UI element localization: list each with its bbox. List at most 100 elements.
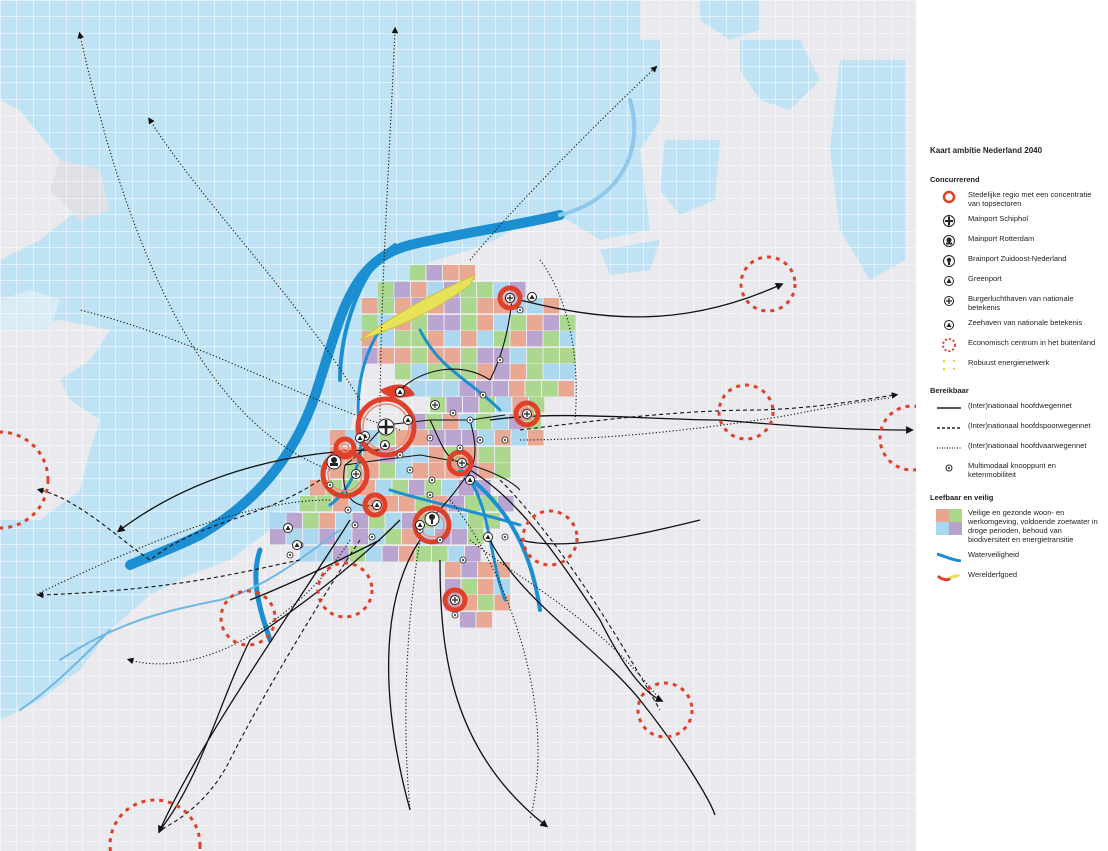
map-canvas	[0, 0, 916, 851]
legend-item: Stedelijke regio met een concentratie va…	[930, 190, 1105, 208]
checker-cell	[442, 480, 458, 496]
dotted-red-circle-icon	[930, 338, 968, 352]
energy-dots-icon	[930, 358, 968, 372]
legend: Kaart ambitie Nederland 2040 Concurreren…	[930, 146, 1105, 590]
checker-cell	[395, 364, 411, 380]
node-icon-dot	[479, 439, 481, 441]
checker-cell	[319, 513, 335, 529]
checker-cell	[426, 381, 442, 397]
greenhouse-icon	[372, 500, 382, 510]
checker-cell	[443, 265, 459, 281]
checker-cell	[303, 529, 319, 545]
checker-cell	[477, 315, 493, 331]
checker-cell	[378, 282, 394, 298]
checker-cell	[444, 331, 460, 347]
checker-cell	[461, 298, 477, 314]
checker-cell	[476, 414, 492, 430]
legend-item: Zeehaven van nationale betekenis	[930, 318, 1105, 332]
node-icon-dot	[504, 439, 506, 441]
checker-cell	[411, 348, 427, 364]
node-icon	[930, 461, 968, 475]
legend-heading-concurrerend: Concurrerend	[930, 175, 980, 184]
checker-cell	[303, 513, 319, 529]
small-plane-icon	[457, 458, 467, 468]
checker-cell	[432, 546, 448, 562]
legend-heading-leefbaar: Leefbaar en veilig	[930, 493, 994, 502]
lightbulb-icon	[424, 511, 440, 527]
checker-cell	[560, 364, 576, 380]
legend-item: (Inter)nationaal hoofdvaarwegennet	[930, 441, 1105, 455]
checker-cell	[443, 381, 459, 397]
small-plane-icon	[351, 469, 361, 479]
node-icon-dot	[459, 447, 461, 449]
node-icon-dot	[354, 524, 356, 526]
checker-cell	[478, 595, 494, 611]
checker-cell	[558, 381, 574, 397]
small-plane-icon	[930, 294, 968, 308]
checker-cell	[478, 447, 494, 463]
checker-cell	[461, 315, 477, 331]
plane-icon	[930, 214, 968, 228]
checker-cell	[542, 381, 558, 397]
yellow-red-stroke-icon	[930, 570, 968, 584]
greenhouse-icon	[380, 440, 390, 450]
checker-cell	[477, 298, 493, 314]
node-icon-dot	[347, 509, 349, 511]
node-icon-dot	[454, 614, 456, 616]
legend-item: Greenport	[930, 274, 1105, 288]
checker-cell	[352, 529, 368, 545]
legend-item: (Inter)nationaal hoofdspoorwegennet	[930, 421, 1105, 435]
checker-cell	[463, 397, 479, 413]
checker-cell	[412, 463, 428, 479]
node-icon-dot	[289, 554, 291, 556]
checker-cell	[525, 381, 541, 397]
checker-cell	[445, 562, 461, 578]
checker-cell	[528, 430, 544, 446]
checker-cell	[495, 447, 511, 463]
node-icon-dot	[482, 394, 484, 396]
port-icon	[930, 234, 968, 248]
checker-cell	[527, 348, 543, 364]
checker-cell	[492, 381, 508, 397]
checker-cell	[395, 331, 411, 347]
checker-cell	[527, 315, 543, 331]
checker-cell	[461, 348, 477, 364]
checker-cell	[527, 331, 543, 347]
greenhouse-icon	[930, 274, 968, 288]
legend-item: Werelderfgoed	[930, 570, 1105, 584]
checker-cell	[494, 331, 510, 347]
blue-stroke-icon	[930, 550, 968, 564]
checker-cell	[379, 463, 395, 479]
legend-item: (Inter)nationaal hoofdwegennet	[930, 401, 1105, 415]
node-icon-dot	[371, 536, 373, 538]
solid-line-icon	[930, 401, 968, 415]
checker-cell	[409, 480, 425, 496]
node-icon-dot	[429, 494, 431, 496]
greenhouse-icon	[395, 387, 405, 397]
checker-cell	[362, 315, 378, 331]
checker-cell	[395, 348, 411, 364]
checker-cell	[378, 298, 394, 314]
checker-cell	[443, 414, 459, 430]
checker-cell	[411, 364, 427, 380]
checker-cell	[451, 513, 467, 529]
lightbulb-icon	[930, 254, 968, 268]
checker-cell	[394, 282, 410, 298]
checker-cell	[411, 282, 427, 298]
checker-cell	[543, 348, 559, 364]
node-icon-dot	[519, 309, 521, 311]
legend-item: Mainport Schiphol	[930, 214, 1105, 228]
node-icon-dot	[439, 539, 441, 541]
dashed-line-icon	[930, 421, 968, 435]
greenhouse-icon	[483, 532, 493, 542]
node-icon-dot	[462, 559, 464, 561]
checker-cell	[445, 430, 461, 446]
checker-cell	[477, 348, 493, 364]
node-icon-dot	[429, 437, 431, 439]
legend-heading-bereikbaar: Bereikbaar	[930, 386, 969, 395]
color-checker-icon	[930, 508, 968, 536]
checker-cell	[460, 612, 476, 628]
checker-cell	[319, 529, 335, 545]
checker-cell	[543, 331, 559, 347]
small-plane-icon	[430, 400, 440, 410]
